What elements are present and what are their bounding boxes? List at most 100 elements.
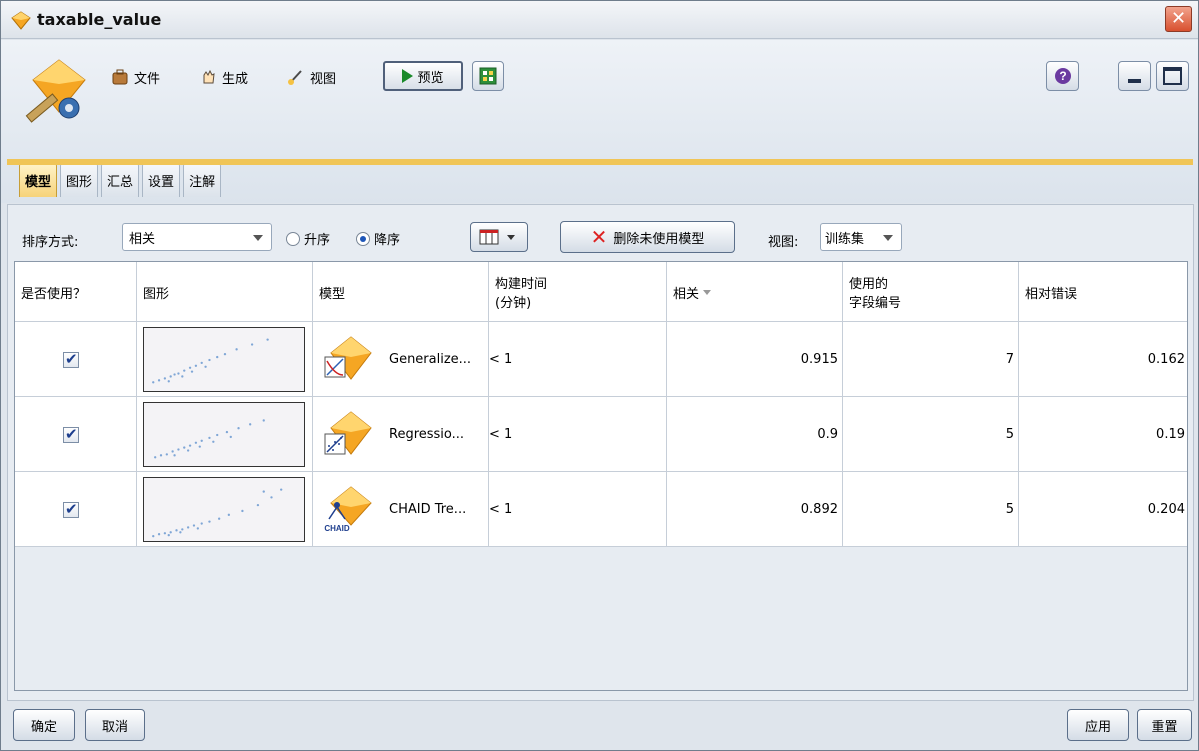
ascending-label: 升序 bbox=[304, 233, 331, 248]
sort-bar: 排序方式: 相关 升序 降序 ✕ 删除未使用模型 视图: 训练集 bbox=[8, 205, 1193, 261]
scatter-thumbnail[interactable] bbox=[143, 327, 305, 392]
svg-text:?: ? bbox=[1059, 69, 1066, 83]
build-time-cell: < 1 bbox=[489, 322, 667, 397]
help-icon: ? bbox=[1055, 68, 1071, 84]
header-build-time[interactable]: 构建时间 (分钟) bbox=[489, 262, 667, 322]
use-checkbox[interactable] bbox=[63, 425, 79, 443]
tab-model[interactable]: 模型 bbox=[19, 163, 58, 197]
maximize-icon bbox=[1163, 67, 1182, 85]
tab-graph[interactable]: 图形 bbox=[60, 163, 99, 197]
model-panel: 排序方式: 相关 升序 降序 ✕ 删除未使用模型 视图: 训练集 是否使用？ 图… bbox=[7, 204, 1194, 701]
model-nugget-window: taxable_value ✕ 文件 生成 视图 预览 ? 模型 图形 汇总 设… bbox=[0, 0, 1199, 751]
use-cell bbox=[15, 472, 137, 547]
fields-value: 7 bbox=[1005, 352, 1014, 367]
generate-menu-label: 生成 bbox=[222, 71, 249, 87]
file-menu[interactable]: 文件 bbox=[111, 63, 160, 91]
build-time-value: < 1 bbox=[489, 352, 513, 367]
use-checkbox[interactable] bbox=[63, 500, 79, 518]
generate-menu[interactable]: 生成 bbox=[199, 63, 248, 91]
ok-button[interactable]: 确定 bbox=[13, 709, 75, 741]
export-button[interactable] bbox=[472, 61, 504, 91]
chaid-icon-text: CHAID bbox=[324, 524, 350, 533]
table-row[interactable]: Regressio... < 1 0.9 5 0.19 bbox=[15, 397, 1187, 472]
delete-unused-models-button[interactable]: ✕ 删除未使用模型 bbox=[560, 221, 735, 253]
fields-cell: 5 bbox=[843, 472, 1019, 547]
tab-summary[interactable]: 汇总 bbox=[101, 163, 140, 197]
header-correlation[interactable]: 相关 bbox=[667, 262, 843, 322]
file-bag-icon bbox=[112, 69, 128, 85]
minimize-icon bbox=[1128, 79, 1141, 83]
correlation-cell: 0.915 bbox=[667, 322, 843, 397]
graph-cell bbox=[137, 472, 313, 547]
table-row[interactable]: Generalize... < 1 0.915 7 0.162 bbox=[15, 322, 1187, 397]
header-fields-used[interactable]: 使用的 字段编号 bbox=[843, 262, 1019, 322]
build-time-cell: < 1 bbox=[489, 397, 667, 472]
toolbar: 文件 生成 视图 预览 ? bbox=[101, 58, 1191, 96]
tab-underline bbox=[7, 159, 1193, 165]
column-chooser-button[interactable] bbox=[470, 222, 528, 252]
delete-unused-label: 删除未使用模型 bbox=[613, 231, 705, 247]
window-title: taxable_value bbox=[37, 10, 162, 29]
relative-error-value: 0.204 bbox=[1147, 502, 1185, 517]
relative-error-value: 0.19 bbox=[1156, 427, 1185, 442]
use-cell bbox=[15, 322, 137, 397]
header-area: 文件 生成 视图 预览 ? 模型 图形 汇总 设置 注解 bbox=[1, 40, 1198, 203]
play-icon bbox=[402, 69, 414, 83]
apply-button[interactable]: 应用 bbox=[1067, 709, 1129, 741]
model-name: Generalize... bbox=[389, 352, 472, 367]
view-menu-label: 视图 bbox=[310, 71, 337, 87]
header-graph[interactable]: 图形 bbox=[137, 262, 313, 322]
fields-value: 5 bbox=[1005, 502, 1014, 517]
fields-value: 5 bbox=[1005, 427, 1014, 442]
sort-desc-icon bbox=[703, 289, 712, 295]
use-cell bbox=[15, 397, 137, 472]
correlation-cell: 0.9 bbox=[667, 397, 843, 472]
generate-hand-icon bbox=[203, 69, 215, 84]
view-menu[interactable]: 视图 bbox=[287, 63, 336, 91]
correlation-value: 0.9 bbox=[817, 427, 838, 442]
minimize-button[interactable] bbox=[1118, 61, 1151, 91]
fields-cell: 7 bbox=[843, 322, 1019, 397]
export-grid-icon bbox=[479, 67, 497, 85]
model-cell: Regressio... bbox=[313, 397, 489, 472]
model-name: CHAID Tre... bbox=[389, 502, 467, 517]
close-button[interactable]: ✕ bbox=[1165, 6, 1192, 32]
relative-error-cell: 0.162 bbox=[1019, 322, 1189, 397]
chevron-down-icon bbox=[253, 235, 263, 241]
preview-button[interactable]: 预览 bbox=[383, 61, 463, 91]
view-select[interactable]: 训练集 bbox=[820, 223, 902, 251]
descending-radio[interactable]: 降序 bbox=[356, 229, 400, 248]
correlation-value: 0.892 bbox=[800, 502, 838, 517]
model-name: Regressio... bbox=[389, 427, 465, 442]
header-relative-error[interactable]: 相对错误 bbox=[1019, 262, 1189, 322]
reset-button[interactable]: 重置 bbox=[1137, 709, 1192, 741]
sort-by-select[interactable]: 相关 bbox=[122, 223, 272, 251]
descending-label: 降序 bbox=[374, 233, 401, 248]
tab-settings[interactable]: 设置 bbox=[142, 163, 181, 197]
scatter-thumbnail[interactable] bbox=[143, 477, 305, 542]
cancel-button[interactable]: 取消 bbox=[85, 709, 145, 741]
table-row[interactable]: CHAID CHAID Tre... < 1 0.892 5 0.204 bbox=[15, 472, 1187, 547]
view-label: 视图: bbox=[768, 235, 799, 250]
tab-strip: 模型 图形 汇总 设置 注解 bbox=[19, 163, 222, 197]
graph-cell bbox=[137, 397, 313, 472]
columns-icon bbox=[479, 229, 499, 245]
regression-icon bbox=[324, 410, 372, 455]
header-model[interactable]: 模型 bbox=[313, 262, 489, 322]
nugget-app-icon bbox=[11, 11, 31, 30]
build-time-value: < 1 bbox=[489, 502, 513, 517]
scatter-thumbnail[interactable] bbox=[143, 402, 305, 467]
use-checkbox[interactable] bbox=[63, 350, 79, 368]
radio-on-icon bbox=[356, 231, 370, 246]
tab-annotations[interactable]: 注解 bbox=[183, 163, 222, 197]
relative-error-cell: 0.19 bbox=[1019, 397, 1189, 472]
ascending-radio[interactable]: 升序 bbox=[286, 229, 330, 248]
chaid-tree-icon: CHAID bbox=[324, 485, 372, 533]
maximize-button[interactable] bbox=[1156, 61, 1189, 91]
generalized-linear-icon bbox=[324, 335, 372, 380]
header-use[interactable]: 是否使用？ bbox=[15, 262, 137, 322]
help-button[interactable]: ? bbox=[1046, 61, 1079, 91]
title-bar[interactable]: taxable_value ✕ bbox=[1, 1, 1198, 39]
graph-cell bbox=[137, 322, 313, 397]
dialog-button-bar: 确定 取消 应用 重置 bbox=[1, 701, 1198, 750]
